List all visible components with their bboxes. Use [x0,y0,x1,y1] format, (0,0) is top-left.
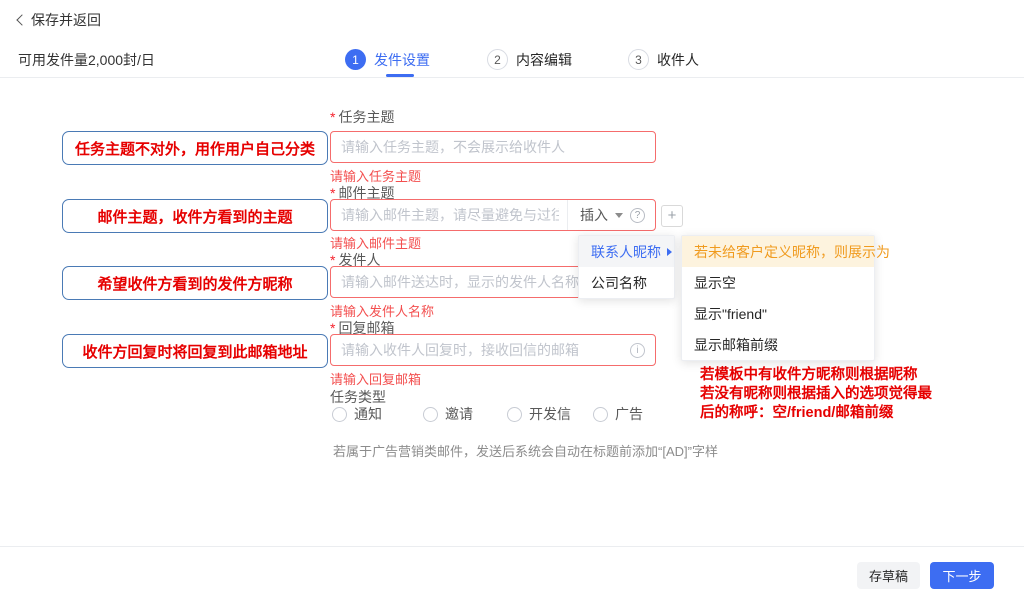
chevron-down-icon [615,213,623,218]
ad-prefix-note: 若属于广告营销类邮件，发送后系统会自动在标题前添加“[AD]”字样 [333,441,718,460]
step-3-label: 收件人 [657,50,699,70]
task-type-radio-group: 通知 邀请 开发信 广告 [332,404,643,424]
radio-icon [507,407,522,422]
insert-menu: 联系人昵称 公司名称 [578,235,675,299]
task-subject-label: *任务主题 [330,107,394,127]
step-1-label: 发件设置 [374,50,430,70]
step-1-number: 1 [345,49,366,70]
menu-item-contact-nickname[interactable]: 联系人昵称 [579,236,674,267]
callout-sender: 希望收件方看到的发件方昵称 [62,266,328,300]
submenu-header: 若未给客户定义昵称，则展示为 [682,236,874,267]
radio-notify[interactable]: 通知 [332,404,423,424]
reply-email-error: 请输入回复邮箱 [330,369,421,388]
step-send-settings[interactable]: 1 发件设置 [345,49,430,70]
radio-ad[interactable]: 广告 [593,404,643,424]
info-icon[interactable]: i [630,343,645,358]
callout-task-subject: 任务主题不对外，用作用户自己分类 [62,131,328,165]
email-task-setup-page: 保存并返回 可用发件量2,000封/日 1 发件设置 2 内容编辑 3 收件人 … [0,0,1024,599]
sender-placeholder: 请输入邮件送达时，显示的发件人名称 [341,272,579,292]
radio-icon [423,407,438,422]
callout-reply-email: 收件方回复时将回复到此邮箱地址 [62,334,328,368]
footer-divider [0,546,1024,547]
step-2-number: 2 [487,49,508,70]
help-icon[interactable]: ? [630,208,645,223]
add-subject-button[interactable]: + [661,205,683,227]
header-divider [0,77,1024,78]
nickname-logic-note: 若模板中有收件方昵称则根据昵称 若没有昵称则根据插入的选项觉得最 后的称呼：空/… [700,366,1000,423]
radio-outreach[interactable]: 开发信 [507,404,593,424]
reply-email-placeholder: 请输入收件人回复时，接收回信的邮箱 [341,340,579,360]
menu-item-company-name[interactable]: 公司名称 [579,267,674,298]
radio-icon [332,407,347,422]
submenu-option-empty[interactable]: 显示空 [682,267,874,298]
insert-variable-dropdown[interactable]: 插入 ? [567,200,655,230]
back-label: 保存并返回 [31,10,101,30]
daily-quota-text: 可用发件量2,000封/日 [18,50,155,70]
insert-label: 插入 [580,205,608,225]
step-recipients[interactable]: 3 收件人 [628,49,699,70]
task-subject-placeholder: 请输入任务主题，不会展示给收件人 [341,137,565,157]
mail-subject-input[interactable]: 请输入邮件主题，请尽量避免与过往重复 插入 ? [330,199,656,231]
step-content-edit[interactable]: 2 内容编辑 [487,49,572,70]
mail-subject-placeholder: 请输入邮件主题，请尽量避免与过往重复 [341,205,559,225]
save-and-return-link[interactable]: 保存并返回 [18,10,101,30]
radio-invite[interactable]: 邀请 [423,404,507,424]
reply-email-input[interactable]: 请输入收件人回复时，接收回信的邮箱 i [330,334,656,366]
save-draft-button[interactable]: 存草稿 [857,562,920,589]
step-3-number: 3 [628,49,649,70]
task-subject-input[interactable]: 请输入任务主题，不会展示给收件人 [330,131,656,163]
radio-icon [593,407,608,422]
submenu-arrow-icon [667,248,672,256]
chevron-left-icon [16,14,27,25]
submenu-option-email-prefix[interactable]: 显示邮箱前缀 [682,329,874,360]
required-asterisk: * [330,109,335,125]
nickname-submenu: 若未给客户定义昵称，则展示为 显示空 显示"friend" 显示邮箱前缀 [681,235,875,361]
next-step-button[interactable]: 下一步 [930,562,994,589]
callout-mail-subject: 邮件主题，收件方看到的主题 [62,199,328,233]
step-2-label: 内容编辑 [516,50,572,70]
submenu-option-friend[interactable]: 显示"friend" [682,298,874,329]
